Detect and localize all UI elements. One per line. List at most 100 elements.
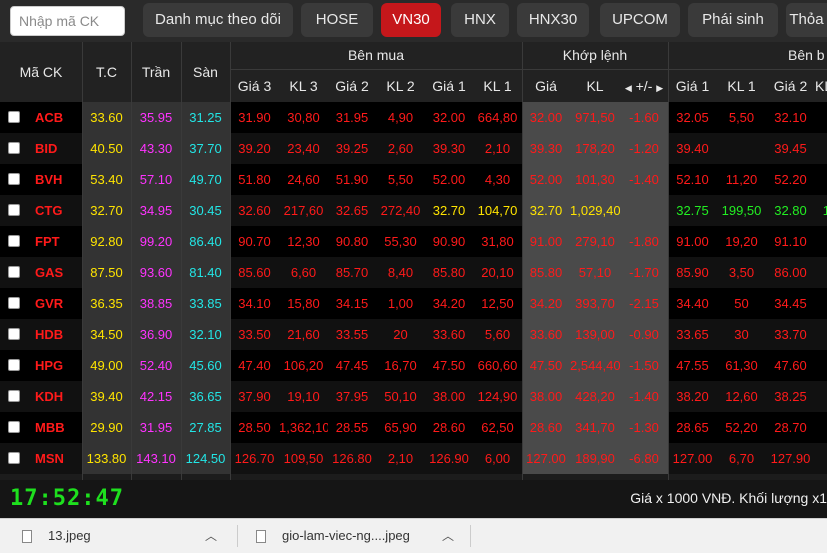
row-checkbox[interactable]: [8, 266, 20, 278]
row-checkbox[interactable]: [8, 235, 20, 247]
symbol-cell[interactable]: BID: [35, 133, 57, 164]
table-row[interactable]: FPT 92.80 99.20 86.40 90.70 12,30 90.80 55,30 90…: [0, 226, 827, 257]
tab-vn30[interactable]: VN30: [381, 3, 441, 37]
mg-cell: 127.00: [522, 443, 570, 474]
kl2-cell: 8,40: [387, 265, 414, 280]
tran-cell: 31.95: [131, 412, 181, 443]
table-row[interactable]: ACB 33.60 35.95 31.25 31.90 30,80 31.95 4,90 32.…: [0, 102, 827, 133]
g3-cell: 90.70: [238, 234, 271, 249]
symbol-cell[interactable]: BVH: [35, 164, 62, 195]
header-match-price[interactable]: Giá: [522, 70, 570, 102]
search-input[interactable]: [10, 6, 125, 36]
row-checkbox[interactable]: [8, 359, 20, 371]
g1-cell: 47.50: [432, 358, 466, 373]
g1-cell: 28.60: [432, 420, 466, 435]
header-buy-price2[interactable]: Giá 2: [328, 70, 376, 102]
header-ceiling[interactable]: Trần: [131, 42, 181, 102]
market-clock: 17:52:47: [10, 486, 124, 511]
tab-hnx30[interactable]: HNX30: [517, 3, 589, 37]
tab-hose[interactable]: HOSE: [301, 3, 373, 37]
kl1-cell: 660,60: [477, 358, 518, 373]
chg-cell: -1.40: [620, 381, 668, 412]
chevron-up-icon[interactable]: ︿: [205, 527, 217, 544]
header-sell-price2[interactable]: Giá 2: [766, 70, 815, 102]
skl1-cell: 6,70: [728, 451, 755, 466]
header-buy-vol3[interactable]: KL 3: [279, 70, 328, 102]
header-sell-price1[interactable]: Giá 1: [668, 70, 717, 102]
san-cell: 32.10: [181, 319, 230, 350]
tab-watchlist[interactable]: Danh mục theo dõi: [143, 3, 293, 37]
table-row[interactable]: HPG 49.00 52.40 45.60 47.40 106,20 47.45 16,70 4…: [0, 350, 827, 381]
caret-right-icon[interactable]: ▶: [656, 83, 663, 93]
symbol-cell[interactable]: FPT: [35, 226, 60, 257]
column-divider: [82, 42, 83, 480]
g3-cell: 34.10: [238, 296, 271, 311]
kl3-cell: 30,80: [287, 110, 320, 125]
symbol-cell[interactable]: HPG: [35, 350, 63, 381]
header-buy-vol2[interactable]: KL 2: [376, 70, 425, 102]
symbol-cell[interactable]: MBB: [35, 412, 65, 443]
symbol-cell[interactable]: GVR: [35, 288, 63, 319]
mkl-cell: 341,70: [570, 412, 620, 443]
tab-derivatives[interactable]: Phái sinh: [688, 3, 778, 37]
row-checkbox[interactable]: [8, 421, 20, 433]
row-checkbox[interactable]: [8, 452, 20, 464]
download-item-2[interactable]: gio-lam-viec-ng....jpeg: [282, 519, 410, 553]
kl2-cell: 1,00: [387, 296, 414, 311]
tab-upcom[interactable]: UPCOM: [600, 3, 680, 37]
symbol-cell[interactable]: ACB: [35, 102, 63, 133]
row-checkbox[interactable]: [8, 390, 20, 402]
table-row[interactable]: MSN 133.80 143.10 124.50 126.70 109,50 126.80 2…: [0, 443, 827, 474]
tab-hnx[interactable]: HNX: [451, 3, 509, 37]
kl1-cell: 2,10: [484, 141, 511, 156]
row-checkbox[interactable]: [8, 173, 20, 185]
header-symbol[interactable]: Mã CK: [0, 42, 82, 102]
header-ref[interactable]: T.C: [82, 42, 131, 102]
skl2-cell: [815, 381, 827, 412]
skl1-cell: 5,50: [728, 110, 755, 125]
column-divider: [131, 42, 132, 480]
table-row[interactable]: GVR 36.35 38.85 33.85 34.10 15,80 34.15 1,00 34.…: [0, 288, 827, 319]
table-row[interactable]: CTG 32.70 34.95 30.45 32.60 217,60 32.65 272,40…: [0, 195, 827, 226]
kl2-cell: 50,10: [384, 389, 417, 404]
symbol-cell[interactable]: KDH: [35, 381, 63, 412]
table-row[interactable]: GAS 87.50 93.60 81.40 85.60 6,60 85.70 8,40 85.8…: [0, 257, 827, 288]
symbol-cell[interactable]: CTG: [35, 195, 62, 226]
kl2-cell: 55,30: [384, 234, 417, 249]
table-row[interactable]: MBB 29.90 31.95 27.85 28.50 1,362,10 28.55 65,9…: [0, 412, 827, 443]
header-buy-price1[interactable]: Giá 1: [425, 70, 473, 102]
table-row[interactable]: HDB 34.50 36.90 32.10 33.50 21,60 33.55 20 33.60…: [0, 319, 827, 350]
header-buy-vol1[interactable]: KL 1: [473, 70, 522, 102]
symbol-cell[interactable]: MSN: [35, 443, 64, 474]
kl2-cell: 16,70: [384, 358, 417, 373]
kl2-cell: 20: [393, 327, 408, 342]
row-checkbox[interactable]: [8, 142, 20, 154]
s1-cell: 39.40: [676, 141, 709, 156]
download-item-1[interactable]: 13.jpeg: [48, 519, 91, 553]
row-checkbox[interactable]: [8, 204, 20, 216]
g2-cell: 51.90: [335, 172, 369, 187]
row-checkbox[interactable]: [8, 111, 20, 123]
skl2-cell: 15: [822, 203, 827, 218]
header-match-change[interactable]: ◀ +/- ▶: [620, 70, 668, 102]
header-sell-vol2[interactable]: KL 2: [815, 70, 827, 102]
g2-cell: 126.80: [332, 451, 372, 466]
row-checkbox[interactable]: [8, 297, 20, 309]
header-buy-price3[interactable]: Giá 3: [230, 70, 279, 102]
symbol-cell[interactable]: HDB: [35, 319, 63, 350]
tab-negotiated[interactable]: Thỏa: [786, 3, 827, 37]
chevron-up-icon[interactable]: ︿: [442, 527, 454, 544]
s2-cell: 33.70: [774, 327, 807, 342]
kl3-cell: 12,30: [287, 234, 320, 249]
table-row[interactable]: BID 40.50 43.30 37.70 39.20 23,40 39.25 2,60 39.…: [0, 133, 827, 164]
table-row[interactable]: KDH 39.40 42.15 36.65 37.90 19,10 37.95 50,10 38…: [0, 381, 827, 412]
row-checkbox[interactable]: [8, 328, 20, 340]
symbol-cell[interactable]: GAS: [35, 257, 63, 288]
header-floor[interactable]: Sàn: [181, 42, 230, 102]
caret-left-icon[interactable]: ◀: [625, 83, 632, 93]
mkl-cell: 428,20: [570, 381, 620, 412]
header-sell-vol1[interactable]: KL 1: [717, 70, 766, 102]
header-match-vol[interactable]: KL: [570, 70, 620, 102]
table-row[interactable]: BVH 53.40 57.10 49.70 51.80 24,60 51.90 5,50 52.…: [0, 164, 827, 195]
mg-cell: 33.60: [522, 319, 570, 350]
